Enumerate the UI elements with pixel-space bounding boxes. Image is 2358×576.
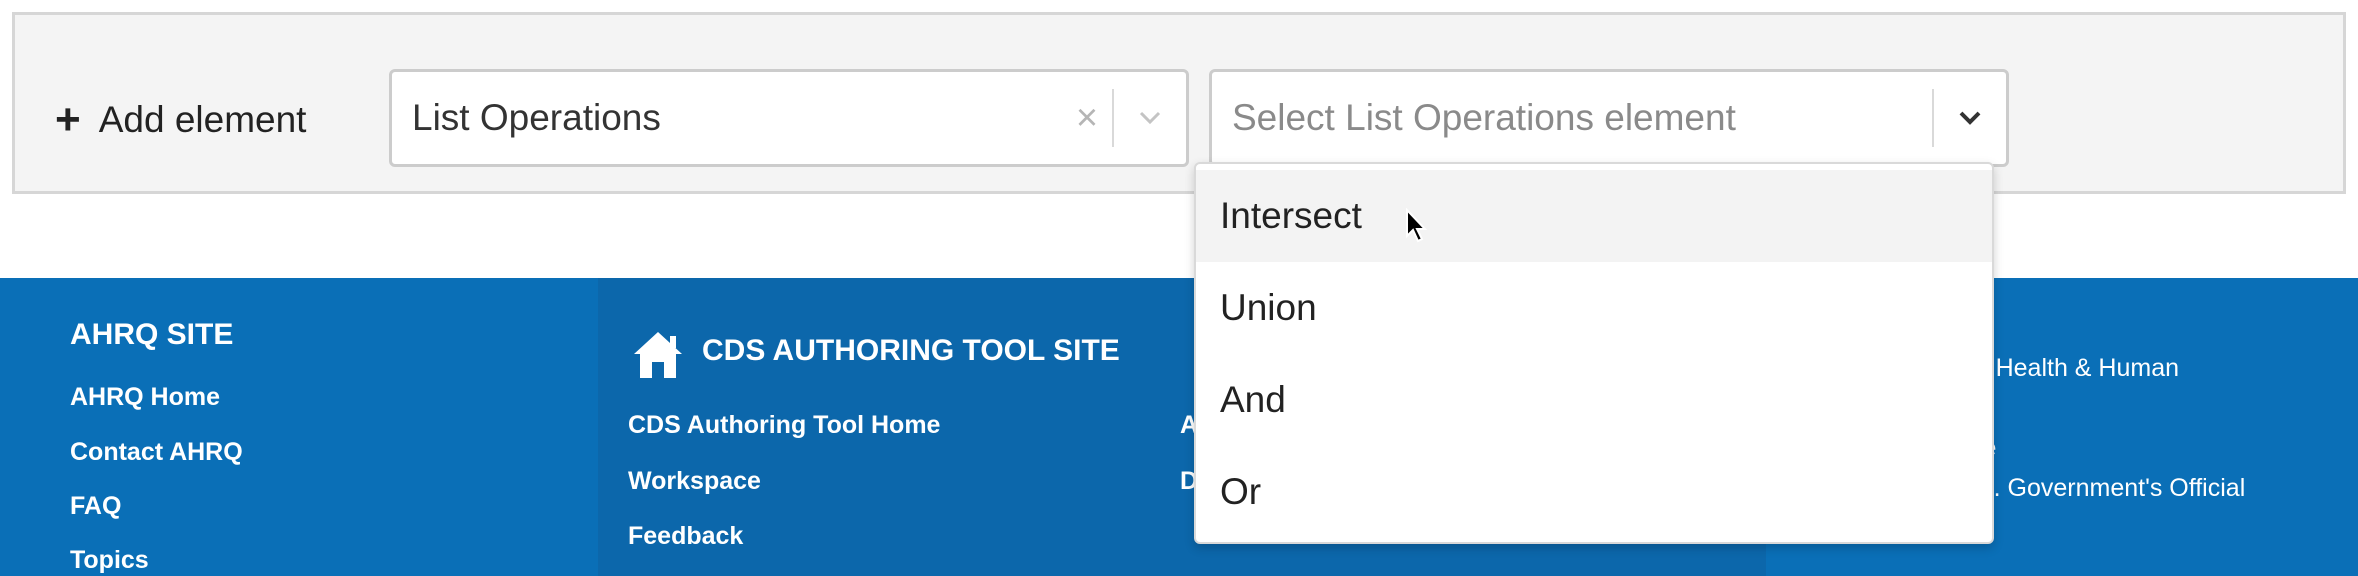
chevron-down-icon[interactable] [1934,110,2006,126]
footer-link-ahrq-home[interactable]: AHRQ Home [70,383,220,412]
element-type-select[interactable]: List Operations × [389,69,1189,167]
element-select-placeholder: Select List Operations element [1232,97,1736,138]
usa-gov-link-partial[interactable]: .S. Government's Official [1970,474,2245,503]
list-operations-dropdown-menu: Intersect Union And Or [1194,162,1994,544]
add-element-button[interactable]: + Add element [55,65,306,175]
option-and[interactable]: And [1196,354,1992,446]
list-operations-element-select[interactable]: Select List Operations element [1209,69,2009,167]
footer-link-feedback[interactable]: Feedback [628,522,743,551]
home-icon [630,328,686,385]
mouse-cursor-icon [1406,208,1428,243]
ahrq-site-heading: AHRQ SITE [70,318,234,351]
plus-icon: + [55,95,81,144]
element-type-value: List Operations [412,97,661,138]
footer-link-topics[interactable]: Topics [70,546,149,575]
chevron-down-icon[interactable] [1114,111,1186,125]
footer-link-workspace[interactable]: Workspace [628,467,761,496]
footer-link-faq[interactable]: FAQ [70,492,121,521]
site-footer: AHRQ SITE AHRQ Home Contact AHRQ FAQ Top… [0,278,2358,576]
option-intersect[interactable]: Intersect [1196,170,1992,262]
option-or[interactable]: Or [1196,446,1992,538]
clear-icon[interactable]: × [1062,97,1112,140]
footer-link-contact-ahrq[interactable]: Contact AHRQ [70,438,243,467]
footer-link-cds-home[interactable]: CDS Authoring Tool Home [628,411,940,440]
option-union[interactable]: Union [1196,262,1992,354]
add-element-label: Add element [98,99,307,140]
add-element-panel: + Add element List Operations × Select L… [12,12,2346,194]
cds-site-heading: CDS AUTHORING TOOL SITE [702,334,1120,367]
